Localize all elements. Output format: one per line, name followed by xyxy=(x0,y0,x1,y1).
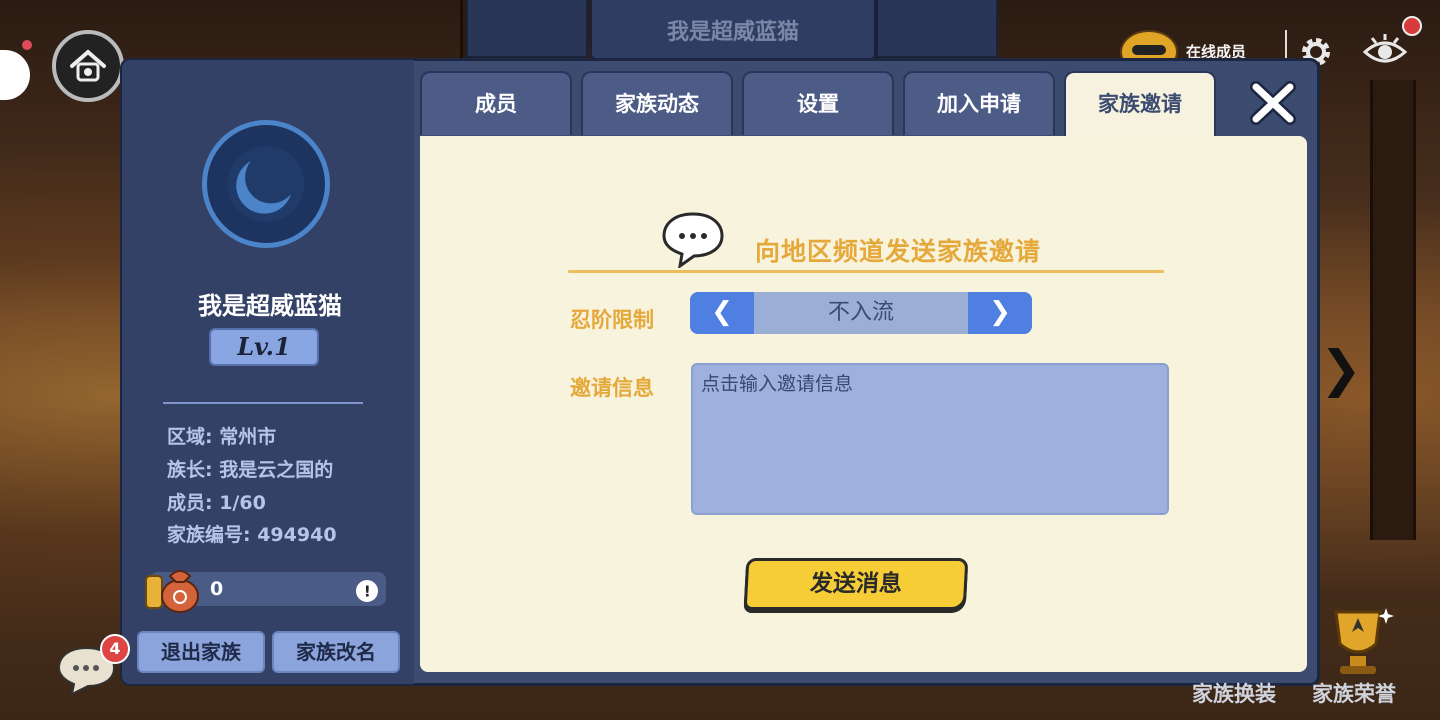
tab-family-activity[interactable]: 家族动态 xyxy=(581,71,733,135)
tab-join-requests[interactable]: 加入申请 xyxy=(903,71,1055,135)
family-funds-value: 0 xyxy=(210,578,224,600)
chevron-right-icon[interactable]: ❯ xyxy=(968,292,1032,334)
family-member-count: 成员: 1/60 xyxy=(167,492,266,514)
title-underline xyxy=(568,270,1164,273)
tab-members[interactable]: 成员 xyxy=(420,71,572,135)
coin-bag-icon xyxy=(145,570,199,613)
tab-settings[interactable]: 设置 xyxy=(742,71,894,135)
tab-family-invite[interactable]: 家族邀请 xyxy=(1064,71,1216,137)
close-button[interactable] xyxy=(1244,78,1302,128)
family-emblem xyxy=(202,120,330,248)
family-level-badge: Lv.1 xyxy=(209,328,319,366)
family-name: 我是超威蓝猫 xyxy=(198,292,342,320)
invite-message-input[interactable]: 点击输入邀请信息 xyxy=(691,363,1169,515)
notification-dot xyxy=(22,40,32,50)
family-region: 区域: 常州市 xyxy=(167,426,277,448)
close-icon xyxy=(1250,81,1296,125)
home-icon xyxy=(70,49,106,82)
family-leader: 族长: 我是云之国的 xyxy=(167,459,334,481)
rename-family-button[interactable]: 家族改名 xyxy=(272,631,400,673)
chat-unread-badge: 4 xyxy=(100,634,130,664)
sidebar-divider xyxy=(163,402,363,404)
chat-bubble-icon xyxy=(662,212,724,268)
chevron-left-icon[interactable]: ❮ xyxy=(690,292,754,334)
crescent-moon-icon xyxy=(228,146,304,222)
banner-family-name: 我是超威蓝猫 xyxy=(666,20,799,45)
rank-limit-label: 忍阶限制 xyxy=(570,308,654,332)
trophy-icon[interactable] xyxy=(1318,604,1398,680)
eye-icon[interactable] xyxy=(1362,32,1408,72)
chevron-right-icon[interactable]: ❯ xyxy=(1320,340,1362,398)
invite-message-label: 邀请信息 xyxy=(570,376,654,400)
top-family-banner: 我是超威蓝猫 xyxy=(590,0,876,60)
family-honor-label: 家族荣誉 xyxy=(1312,682,1396,706)
home-button[interactable] xyxy=(52,30,124,102)
rank-limit-selector: ❮ 不入流 ❯ xyxy=(690,292,1032,334)
family-outfit-button[interactable]: 家族换装 xyxy=(1192,678,1276,708)
invite-title: 向地区频道发送家族邀请 xyxy=(755,237,1042,266)
family-id: 家族编号: 494940 xyxy=(167,524,337,546)
rank-limit-value: 不入流 xyxy=(827,300,894,325)
quit-family-button[interactable]: 退出家族 xyxy=(137,631,265,673)
eye-notification-dot xyxy=(1402,16,1422,36)
send-message-button[interactable]: 发送消息 xyxy=(743,558,969,610)
